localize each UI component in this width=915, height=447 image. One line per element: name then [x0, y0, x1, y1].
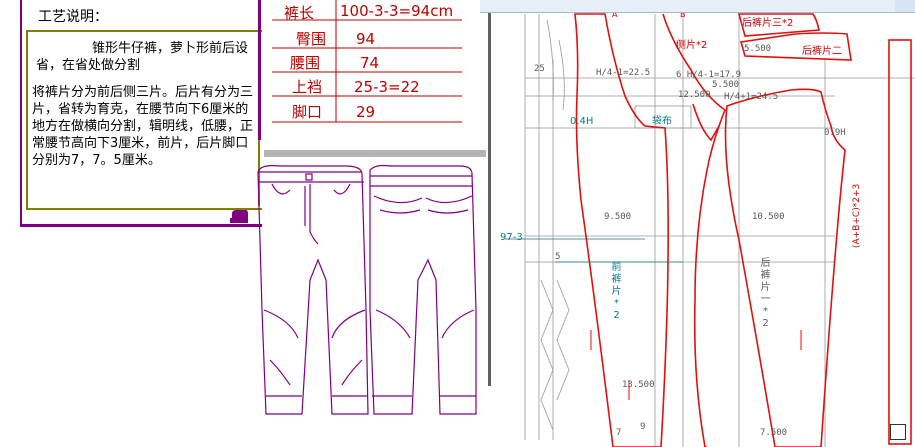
spec-label-hem: 脚口	[292, 103, 323, 121]
spec-value-rise: 25-3=22	[354, 78, 420, 96]
spec-label-waist: 腰围	[290, 54, 321, 72]
spec-value-waist: 74	[360, 54, 380, 72]
label-m-09h: 0.9H	[824, 128, 846, 138]
notes-paragraph-2: 将裤片分为前后侧三片。后片有分为三片，省转为育克，在腰节向下6厘米的地方在做横向…	[32, 85, 254, 168]
spec-label-hip: 臀围	[296, 30, 327, 48]
label-m-5500: 5.500	[744, 44, 772, 54]
label-m-7: 7	[616, 428, 622, 438]
page-indicator	[890, 424, 906, 440]
label-side-piece: 侧片*2	[676, 40, 708, 51]
label-back-piece-2: 后裤片二	[802, 46, 842, 57]
label-m-5500b: 5.500	[712, 80, 740, 90]
jeans-flat-sketch	[257, 164, 477, 415]
process-notes-panel: 工艺说明： 锥形牛仔裤，萝卜形前后设省，在省处做分割 将裤片分为前后侧三片。后片…	[0, 0, 262, 228]
spec-value-hem: 29	[356, 103, 376, 121]
notes-paragraph-1: 锥形牛仔裤，萝卜形前后设省，在省处做分割	[36, 41, 249, 73]
notes-title: 工艺说明：	[38, 9, 108, 25]
window-frame-top	[480, 0, 915, 13]
label-back-piece-1: 后裤片一*2	[760, 258, 771, 329]
spec-label-length: 裤长	[284, 4, 315, 22]
label-m-5: 5	[555, 252, 561, 262]
label-back-yoke-3: 后裤片三*2	[742, 18, 794, 29]
label-h4-front: H/4-1=22.5	[596, 68, 651, 78]
waistband-strip	[888, 39, 912, 445]
spec-value-length: 100-3-3=94cm	[340, 2, 454, 20]
spec-value-hip: 94	[356, 30, 376, 48]
label-m-10500: 10.500	[752, 212, 785, 222]
grey-divider-bar	[264, 150, 486, 157]
label-pocket: 袋布	[652, 116, 672, 127]
front-view-outline	[257, 165, 369, 415]
window-frame-right	[895, 0, 915, 12]
side-seam-curve	[692, 103, 720, 142]
notes-top-bar	[258, 0, 261, 140]
label-h4-back: H/4+1=24.5	[724, 92, 779, 102]
spec-label-rise: 上裆	[292, 78, 323, 96]
scroll-handle-icon	[226, 210, 248, 223]
label-m-97-3: 97-3	[500, 232, 523, 243]
back-piece-1-outline	[724, 88, 846, 447]
label-m-13500: 13.500	[622, 380, 655, 390]
label-m-9500: 9.500	[604, 212, 632, 222]
label-m-7500: 7.500	[760, 428, 788, 438]
label-front-piece: 前裤片*2	[611, 262, 622, 321]
label-waistband: (A+B+C)*2+3	[852, 183, 862, 248]
label-h4-mid: 6 H/4-1=17.9	[676, 70, 742, 80]
label-m-12500: 12.500	[678, 90, 711, 100]
spec-table: 裤长 100-3-3=94cm 臀围 94 腰围 74 上裆 25-3=22 脚…	[262, 0, 487, 130]
back-view-outline	[369, 164, 477, 415]
label-m-25: 25	[534, 64, 545, 74]
label-m-9: 9	[640, 422, 646, 432]
label-m-04h: 0.4H	[570, 116, 594, 127]
